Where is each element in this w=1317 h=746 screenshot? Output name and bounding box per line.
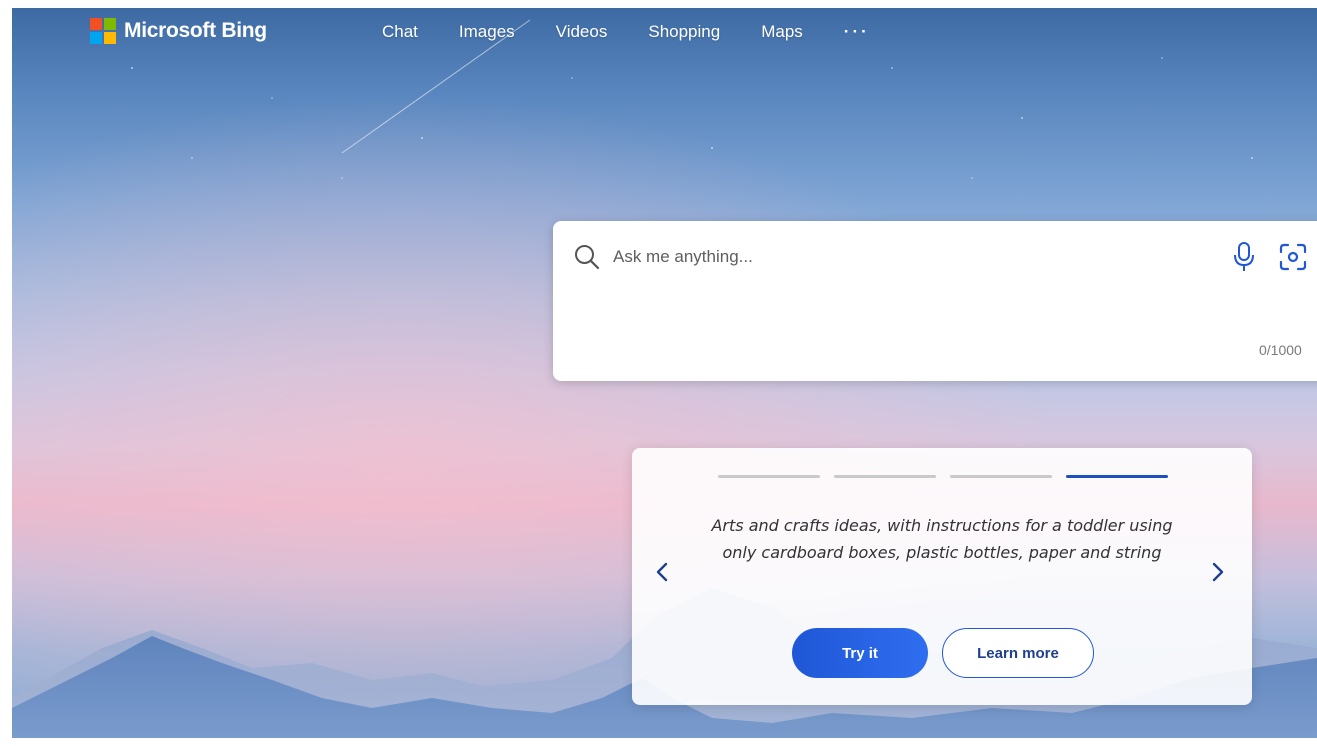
nav-maps[interactable]: Maps bbox=[761, 22, 803, 42]
try-it-button[interactable]: Try it bbox=[792, 628, 928, 678]
microphone-icon[interactable] bbox=[1233, 241, 1255, 273]
top-nav: Chat Images Videos Shopping Maps ··· bbox=[382, 22, 870, 42]
logo-square-red bbox=[90, 18, 102, 30]
chevron-left-icon[interactable] bbox=[652, 558, 672, 586]
nav-chat[interactable]: Chat bbox=[382, 22, 418, 42]
char-counter: 0/1000 bbox=[1259, 342, 1302, 358]
bing-homepage: Microsoft Bing Chat Images Videos Shoppi… bbox=[12, 8, 1317, 738]
progress-step-1[interactable] bbox=[718, 475, 820, 478]
search-box: 0/1000 bbox=[553, 221, 1317, 381]
logo-text: Microsoft Bing bbox=[124, 19, 267, 42]
microsoft-logo-icon bbox=[90, 18, 116, 44]
bing-logo[interactable]: Microsoft Bing bbox=[90, 18, 267, 44]
search-icon bbox=[575, 245, 600, 270]
more-menu-button[interactable]: ··· bbox=[844, 22, 870, 42]
chevron-right-icon[interactable] bbox=[1208, 558, 1228, 586]
carousel-progress bbox=[718, 475, 1168, 478]
suggestion-text: Arts and crafts ideas, with instructions… bbox=[711, 516, 1173, 562]
progress-step-4[interactable] bbox=[1066, 475, 1168, 478]
logo-square-green bbox=[104, 18, 116, 30]
progress-step-3[interactable] bbox=[950, 475, 1052, 478]
learn-more-button[interactable]: Learn more bbox=[942, 628, 1094, 678]
nav-shopping[interactable]: Shopping bbox=[648, 22, 720, 42]
visual-search-icon[interactable] bbox=[1277, 241, 1309, 273]
logo-square-yellow bbox=[104, 32, 116, 44]
progress-step-2[interactable] bbox=[834, 475, 936, 478]
suggestion-card: Arts and crafts ideas, with instructions… bbox=[632, 448, 1252, 705]
nav-videos[interactable]: Videos bbox=[556, 22, 608, 42]
nav-images[interactable]: Images bbox=[459, 22, 515, 42]
logo-square-blue bbox=[90, 32, 102, 44]
search-input[interactable] bbox=[613, 243, 1173, 271]
